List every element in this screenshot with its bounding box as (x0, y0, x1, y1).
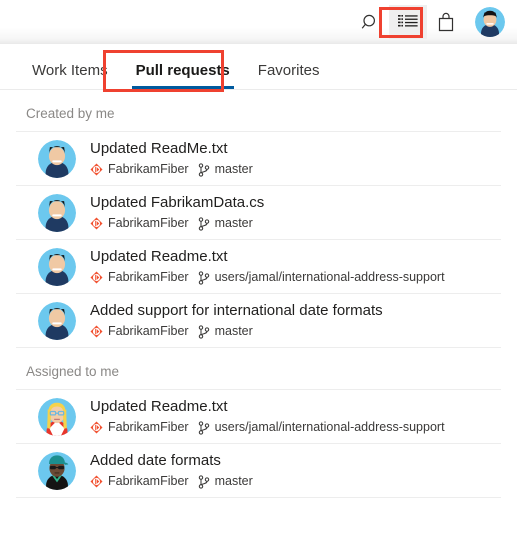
repo-name: FabrikamFiber (108, 216, 189, 230)
assigned-to-me-list: Updated Readme.txt FabrikamFiber users/j… (0, 389, 517, 498)
branch-name: master (214, 474, 253, 488)
repo-name: FabrikamFiber (108, 270, 189, 284)
pull-request-row[interactable]: Added date formats FabrikamFiber master (16, 443, 501, 498)
tab-bar: Work Items Pull requests Favorites (0, 44, 517, 90)
tab-pull-requests-label: Pull requests (135, 62, 230, 79)
azure-repos-icon (90, 475, 103, 488)
avatar-female-blonde-glasses-icon (38, 397, 76, 436)
git-branch-icon (198, 474, 210, 489)
avatar-person-teal-cap-icon (38, 451, 76, 490)
section-header-created-by-me: Created by me (26, 106, 115, 121)
pull-requests-content: Created by me Updated ReadMe.txt Fabrika… (0, 90, 517, 498)
azure-repos-icon (90, 421, 103, 434)
pull-request-title: Updated FabrikamData.cs (90, 194, 265, 211)
branch-name: users/jamal/international-address-suppor… (214, 420, 445, 434)
git-branch-icon (198, 216, 210, 231)
avatar-male-black-hair-icon (38, 247, 76, 286)
tab-work-items-label: Work Items (32, 62, 108, 79)
pull-request-row[interactable]: Updated FabrikamData.cs FabrikamFiber ma… (16, 185, 501, 239)
branch-name: users/jamal/international-address-suppor… (214, 270, 445, 284)
search-icon (361, 14, 375, 29)
pull-request-row[interactable]: Updated ReadMe.txt FabrikamFiber master (16, 131, 501, 185)
git-branch-icon (198, 270, 210, 285)
avatar-male-black-hair-icon (38, 193, 76, 232)
avatar (38, 247, 76, 286)
pull-request-title: Updated Readme.txt (90, 398, 228, 415)
pull-request-meta: FabrikamFiber master (90, 215, 264, 232)
row-body: Added date formats FabrikamFiber master (90, 451, 253, 490)
pull-request-title: Updated ReadMe.txt (90, 140, 228, 157)
avatar-male-black-hair (475, 7, 505, 37)
pull-request-meta: FabrikamFiber master (90, 323, 383, 340)
git-branch-icon (198, 162, 210, 177)
tab-favorites-label: Favorites (257, 62, 320, 79)
branch-name: master (214, 216, 253, 230)
avatar-male-black-hair-icon (38, 301, 76, 340)
branch-name: master (214, 324, 253, 338)
tab-favorites[interactable]: Favorites (244, 62, 334, 89)
pull-request-row[interactable]: Updated Readme.txt FabrikamFiber users/j… (16, 239, 501, 293)
row-body: Updated Readme.txt FabrikamFiber users/j… (90, 397, 445, 436)
git-branch-icon (198, 420, 210, 435)
branch-name: master (214, 162, 253, 176)
azure-repos-icon (90, 217, 103, 230)
marketplace-bag-icon (438, 12, 454, 32)
pull-request-meta: FabrikamFiber users/jamal/international-… (90, 269, 445, 286)
pull-request-row[interactable]: Updated Readme.txt FabrikamFiber users/j… (16, 389, 501, 443)
pull-request-row[interactable]: Added support for international date for… (16, 293, 501, 348)
created-by-me-list: Updated ReadMe.txt FabrikamFiber master … (0, 131, 517, 348)
avatar (38, 301, 76, 340)
row-body: Added support for international date for… (90, 301, 383, 340)
tab-pull-requests[interactable]: Pull requests (122, 62, 244, 89)
pull-request-meta: FabrikamFiber master (90, 161, 253, 178)
pull-request-meta: FabrikamFiber users/jamal/international-… (90, 419, 445, 436)
marketplace-bag-icon-button[interactable] (427, 5, 465, 39)
top-bar (0, 0, 517, 44)
repo-name: FabrikamFiber (108, 324, 189, 338)
azure-repos-icon (90, 163, 103, 176)
row-body: Updated FabrikamData.cs FabrikamFiber ma… (90, 193, 264, 232)
search-icon-button[interactable] (351, 5, 389, 39)
row-body: Updated ReadMe.txt FabrikamFiber master (90, 139, 253, 178)
pull-request-meta: FabrikamFiber master (90, 473, 253, 490)
avatar (38, 193, 76, 232)
avatar (38, 397, 76, 436)
section-header-assigned-to-me: Assigned to me (26, 364, 120, 379)
feed-icon-button[interactable] (389, 5, 427, 39)
row-body: Updated Readme.txt FabrikamFiber users/j… (90, 247, 445, 286)
pull-request-title: Updated Readme.txt (90, 248, 228, 265)
tab-work-items[interactable]: Work Items (18, 62, 122, 89)
avatar (38, 451, 76, 490)
repo-name: FabrikamFiber (108, 420, 189, 434)
repo-name: FabrikamFiber (108, 474, 189, 488)
feed-icon (398, 14, 418, 26)
git-branch-icon (198, 324, 210, 339)
profile-avatar[interactable] (475, 7, 505, 37)
repo-name: FabrikamFiber (108, 162, 189, 176)
azure-repos-icon (90, 271, 103, 284)
azure-repos-icon (90, 325, 103, 338)
avatar-male-black-hair-icon (38, 139, 76, 178)
pull-request-title: Added support for international date for… (90, 302, 383, 319)
avatar (38, 139, 76, 178)
pull-request-title: Added date formats (90, 452, 221, 469)
